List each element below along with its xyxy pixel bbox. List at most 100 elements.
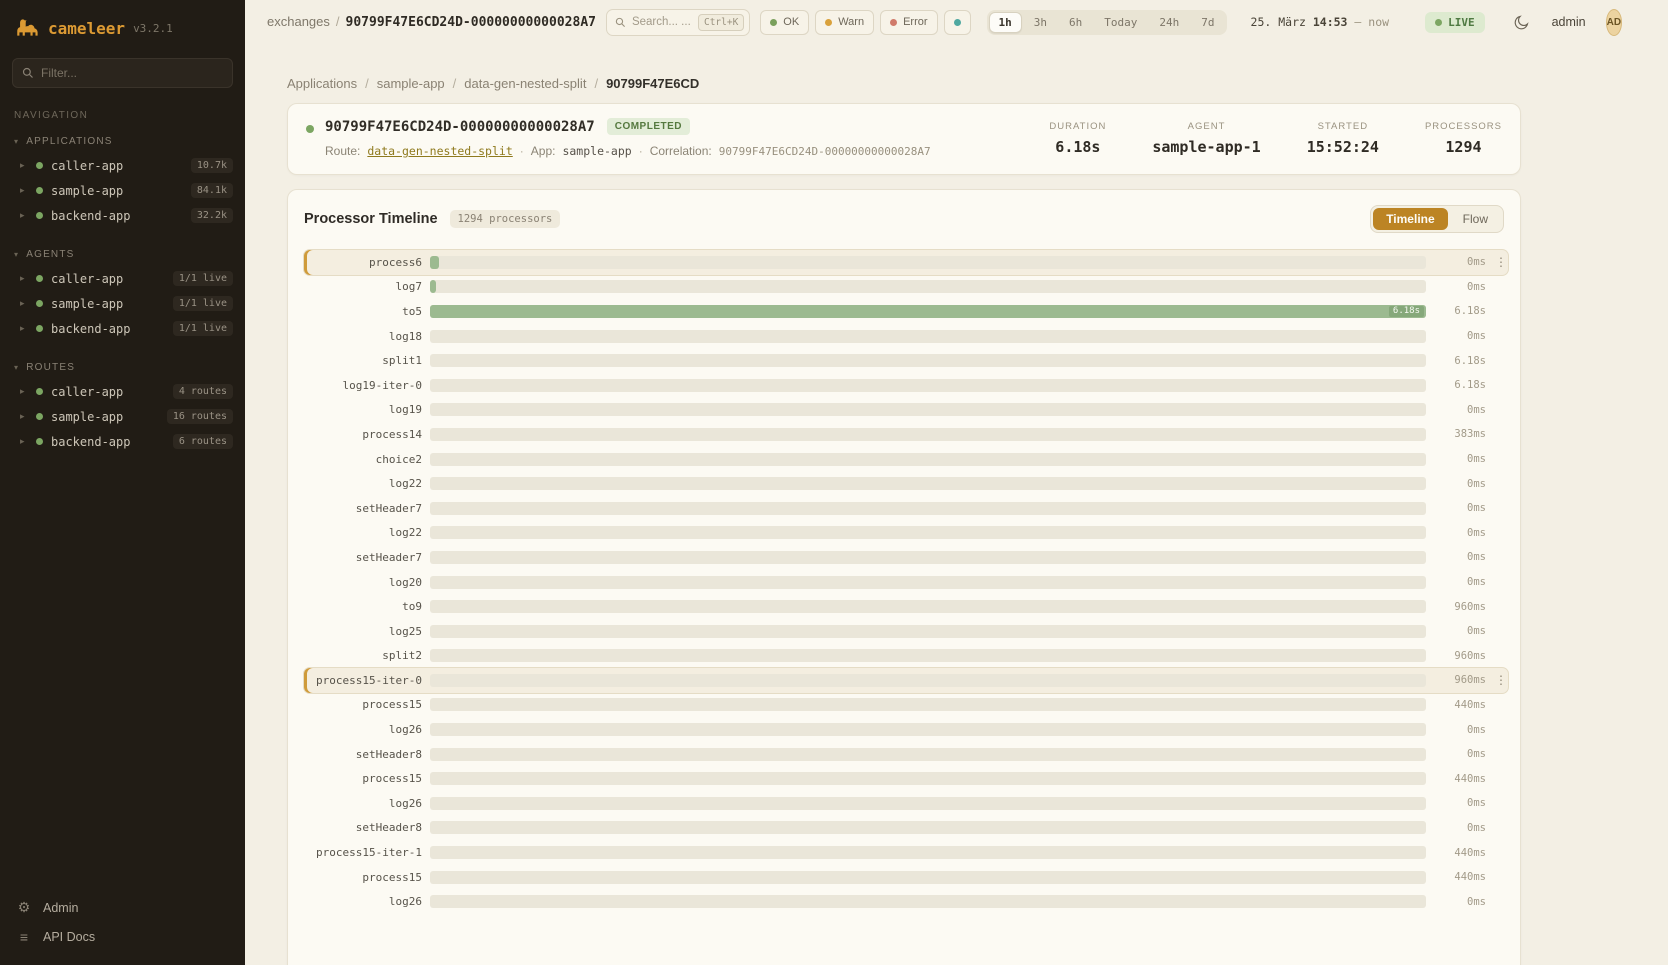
sidebar-item-backend-app[interactable]: ▸ backend-app 1/1 live — [0, 316, 245, 341]
expand-caret-icon[interactable]: ▸ — [20, 273, 28, 284]
avatar[interactable]: AD — [1606, 9, 1622, 36]
timeline-row[interactable]: process15 440ms ⋮ — [304, 766, 1508, 791]
sidebar-filter[interactable] — [12, 58, 233, 88]
expand-caret-icon[interactable]: ▸ — [20, 298, 28, 309]
status-filter-chip[interactable] — [944, 10, 971, 35]
search-input[interactable] — [632, 16, 692, 28]
sidebar-sections: ▾ APPLICATIONS ▸ caller-app 10.7k ▸ samp… — [0, 133, 245, 472]
timeline-row[interactable]: process14 383ms ⋮ — [304, 422, 1508, 447]
sidebar-section-header[interactable]: ▾ APPLICATIONS — [0, 133, 245, 153]
timeline-header: Processor Timeline 1294 processors Timel… — [288, 190, 1520, 250]
timeline-row[interactable]: log7 0ms ⋮ — [304, 275, 1508, 300]
processor-name: log19-iter-0 — [304, 379, 422, 392]
processor-name: process15-iter-1 — [304, 846, 422, 859]
timeline-row[interactable]: split1 6.18s ⋮ — [304, 348, 1508, 373]
route-label: Route: — [325, 144, 360, 158]
processor-name: log26 — [304, 895, 422, 908]
route-link[interactable]: data-gen-nested-split — [367, 144, 512, 158]
range-button-1h[interactable]: 1h — [989, 12, 1022, 33]
expand-caret-icon[interactable]: ▸ — [20, 160, 28, 171]
expand-caret-icon[interactable]: ▸ — [20, 436, 28, 447]
timeline-track — [430, 379, 1426, 392]
expand-caret-icon[interactable]: ▸ — [20, 411, 28, 422]
app-logo[interactable]: cameleer v3.2.1 — [0, 0, 245, 58]
timeline-row[interactable]: setHeader7 0ms ⋮ — [304, 496, 1508, 521]
sidebar-section-header[interactable]: ▾ ROUTES — [0, 359, 245, 379]
timeline-row[interactable]: to9 960ms ⋮ — [304, 594, 1508, 619]
timeline-row[interactable]: process15 440ms ⋮ — [304, 693, 1508, 718]
dark-mode-toggle[interactable] — [1513, 14, 1530, 31]
range-button-7d[interactable]: 7d — [1191, 12, 1224, 33]
sidebar-item-caller-app[interactable]: ▸ caller-app 10.7k — [0, 153, 245, 178]
global-search[interactable]: Ctrl+K — [606, 9, 750, 36]
processor-duration: 0ms — [1434, 478, 1486, 490]
expand-caret-icon[interactable]: ▸ — [20, 185, 28, 196]
sidebar-item-sample-app[interactable]: ▸ sample-app 16 routes — [0, 404, 245, 429]
sidebar-item-caller-app[interactable]: ▸ caller-app 4 routes — [0, 379, 245, 404]
timeline-row[interactable]: process15 440ms ⋮ — [304, 865, 1508, 890]
sidebar-item-admin[interactable]: ⚙ Admin — [16, 899, 229, 916]
time-range-display[interactable]: 25. März 14:53 — now — [1251, 15, 1390, 29]
sidebar-item-name: sample-app — [51, 410, 159, 424]
sidebar-section-header[interactable]: ▾ AGENTS — [0, 246, 245, 266]
range-button-24h[interactable]: 24h — [1149, 12, 1189, 33]
sidebar-item-caller-app[interactable]: ▸ caller-app 1/1 live — [0, 266, 245, 291]
sidebar-section: ▾ ROUTES ▸ caller-app 4 routes ▸ sample-… — [0, 359, 245, 454]
sidebar-item-sample-app[interactable]: ▸ sample-app 84.1k — [0, 178, 245, 203]
processor-duration: 0ms — [1434, 404, 1486, 416]
sidebar-item-sample-app[interactable]: ▸ sample-app 1/1 live — [0, 291, 245, 316]
app-version: v3.2.1 — [133, 22, 173, 35]
status-filter-chip[interactable]: Error — [880, 10, 937, 35]
timeline-row[interactable]: log20 0ms ⋮ — [304, 570, 1508, 595]
expand-caret-icon[interactable]: ▸ — [20, 210, 28, 221]
timeline-row[interactable]: split2 960ms ⋮ — [304, 644, 1508, 669]
timeline-row[interactable]: to5 6.18s 6.18s ⋮ — [304, 299, 1508, 324]
timeline-row[interactable]: log26 0ms ⋮ — [304, 717, 1508, 742]
range-button-6h[interactable]: 6h — [1059, 12, 1092, 33]
exchange-meta: Route: data-gen-nested-split · App: samp… — [325, 144, 931, 158]
breadcrumb-item[interactable]: Applications — [287, 76, 357, 91]
expand-caret-icon[interactable]: ▸ — [20, 323, 28, 334]
view-button-timeline[interactable]: Timeline — [1373, 208, 1447, 230]
live-toggle[interactable]: LIVE — [1425, 12, 1485, 33]
processor-name: process15 — [304, 698, 422, 711]
breadcrumb-item[interactable]: data-gen-nested-split — [464, 76, 586, 91]
timeline-row[interactable]: setHeader8 0ms ⋮ — [304, 816, 1508, 841]
sidebar-filter-input[interactable] — [41, 66, 223, 80]
timeline-row[interactable]: log26 0ms ⋮ — [304, 791, 1508, 816]
status-filter-chip[interactable]: OK — [760, 10, 809, 35]
timeline-row[interactable]: log19-iter-0 6.18s ⋮ — [304, 373, 1508, 398]
breadcrumb-item[interactable]: sample-app — [377, 76, 445, 91]
timeline-row[interactable]: choice2 0ms ⋮ — [304, 447, 1508, 472]
timeline-row[interactable]: process6 0ms ⋮ — [304, 250, 1508, 275]
view-toggle: TimelineFlow — [1370, 205, 1504, 233]
status-filter-chip[interactable]: Warn — [815, 10, 874, 35]
timeline-track — [430, 354, 1426, 367]
view-button-flow[interactable]: Flow — [1450, 208, 1501, 230]
timeline-row[interactable]: log26 0ms ⋮ — [304, 889, 1508, 914]
sidebar-item-backend-app[interactable]: ▸ backend-app 32.2k — [0, 203, 245, 228]
timeline-row[interactable]: log22 0ms ⋮ — [304, 471, 1508, 496]
timeline-track — [430, 576, 1426, 589]
timeline-row[interactable]: setHeader7 0ms ⋮ — [304, 545, 1508, 570]
expand-caret-icon[interactable]: ▸ — [20, 386, 28, 397]
processor-duration: 960ms — [1434, 650, 1486, 662]
breadcrumb-exchanges[interactable]: exchanges — [267, 14, 330, 29]
timeline-row[interactable]: process15-iter-1 440ms ⋮ — [304, 840, 1508, 865]
timeline-row[interactable]: log18 0ms ⋮ — [304, 324, 1508, 349]
range-button-today[interactable]: Today — [1094, 12, 1147, 33]
timeline-row[interactable]: process15-iter-0 960ms ⋮ — [304, 668, 1508, 693]
timeline-row[interactable]: log25 0ms ⋮ — [304, 619, 1508, 644]
timeline-row[interactable]: log22 0ms ⋮ — [304, 521, 1508, 546]
row-menu-icon[interactable]: ⋮ — [1494, 673, 1508, 687]
exchange-stat: AGENT sample-app-1 — [1152, 121, 1260, 156]
processor-duration: 0ms — [1434, 453, 1486, 465]
sidebar-item-api-docs[interactable]: ≡ API Docs — [16, 929, 229, 945]
timeline-row[interactable]: setHeader8 0ms ⋮ — [304, 742, 1508, 767]
row-menu-icon[interactable]: ⋮ — [1494, 255, 1508, 269]
processor-count-badge: 1294 processors — [450, 210, 561, 228]
processor-duration: 0ms — [1434, 625, 1486, 637]
sidebar-item-backend-app[interactable]: ▸ backend-app 6 routes — [0, 429, 245, 454]
timeline-row[interactable]: log19 0ms ⋮ — [304, 398, 1508, 423]
range-button-3h[interactable]: 3h — [1024, 12, 1057, 33]
